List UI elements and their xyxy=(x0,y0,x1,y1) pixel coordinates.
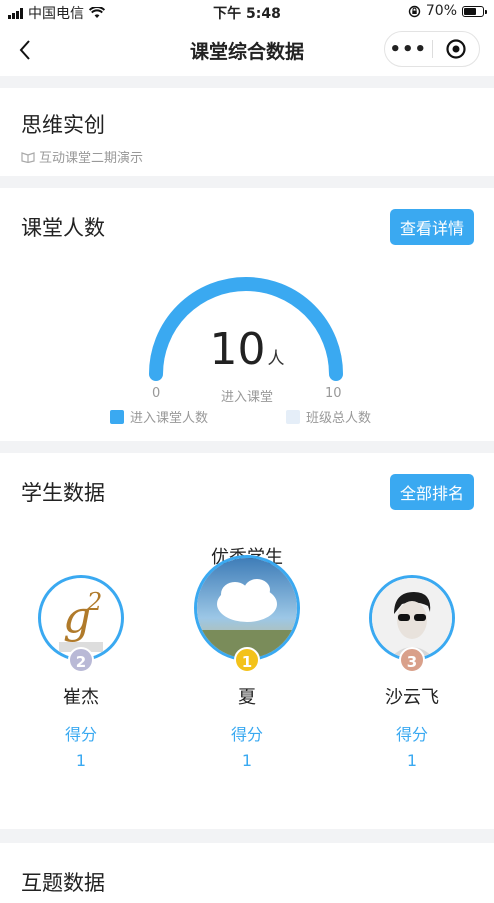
student-data-card: 学生数据 全部排名 优秀学生 g 2 2 崔杰 得分 1 1 夏 得分 1 3 … xyxy=(0,453,494,829)
attendance-value: 10 人 xyxy=(0,324,494,375)
legend-entered-label: 进入课堂人数 xyxy=(130,411,209,426)
student-rank-1[interactable]: 1 夏 得分 1 xyxy=(194,555,300,770)
course-subtitle-row: 互动课堂二期演示 xyxy=(21,147,143,166)
course-name: 思维实创 xyxy=(21,113,105,137)
gauge-max-label: 10 xyxy=(325,386,342,401)
mini-program-capsule: ••• xyxy=(384,31,480,67)
student-name: 夏 xyxy=(238,687,256,708)
battery-icon xyxy=(462,5,487,17)
course-subtitle: 互动课堂二期演示 xyxy=(39,151,144,166)
avatar xyxy=(194,555,300,661)
battery-percent: 70% xyxy=(425,3,457,19)
nav-bar: 课堂综合数据 ••• xyxy=(0,24,494,76)
rank-badge: 3 xyxy=(399,647,425,673)
student-rank-3[interactable]: 3 沙云飞 得分 1 xyxy=(368,575,456,770)
legend-entered: 进入课堂人数 xyxy=(110,407,208,426)
book-icon xyxy=(21,151,35,163)
legend-total-label: 班级总人数 xyxy=(306,411,372,426)
student-name: 沙云飞 xyxy=(385,687,439,708)
attendance-title: 课堂人数 xyxy=(21,216,105,240)
full-ranking-button[interactable]: 全部排名 xyxy=(389,474,474,510)
legend-entered-swatch xyxy=(110,409,124,424)
student-data-title: 学生数据 xyxy=(21,481,105,505)
score-value: 1 xyxy=(406,751,418,770)
rank-badge: 2 xyxy=(68,647,94,673)
score-label: 得分 xyxy=(64,725,97,744)
score-value: 1 xyxy=(75,751,87,770)
student-rank-2[interactable]: g 2 2 崔杰 得分 1 xyxy=(37,575,125,770)
close-target-icon[interactable] xyxy=(433,38,480,60)
status-bar: 中国电信 下午 5:48 70% xyxy=(0,0,494,24)
legend-total-swatch xyxy=(286,409,300,424)
rank-badge: 1 xyxy=(234,647,260,673)
score-label: 得分 xyxy=(230,725,263,744)
view-details-button[interactable]: 查看详情 xyxy=(389,209,474,245)
attendance-card: 课堂人数 查看详情 10 人 0 进入课堂 10 进入课堂人数 班级总人数 xyxy=(0,188,494,441)
orientation-lock-icon xyxy=(408,5,421,17)
score-value: 1 xyxy=(241,751,253,770)
legend-total: 班级总人数 xyxy=(286,407,371,426)
course-card: 思维实创 互动课堂二期演示 xyxy=(0,88,494,176)
svg-text:2: 2 xyxy=(86,588,102,616)
next-section-card: 互题数据 xyxy=(0,843,494,903)
student-name: 崔杰 xyxy=(63,687,99,708)
attendance-unit: 人 xyxy=(267,349,285,369)
gauge-center-label: 进入课堂 xyxy=(220,390,273,405)
attendance-count: 10 xyxy=(209,324,266,375)
next-section-title: 互题数据 xyxy=(21,871,105,895)
more-icon[interactable]: ••• xyxy=(385,39,432,60)
score-label: 得分 xyxy=(395,725,428,744)
